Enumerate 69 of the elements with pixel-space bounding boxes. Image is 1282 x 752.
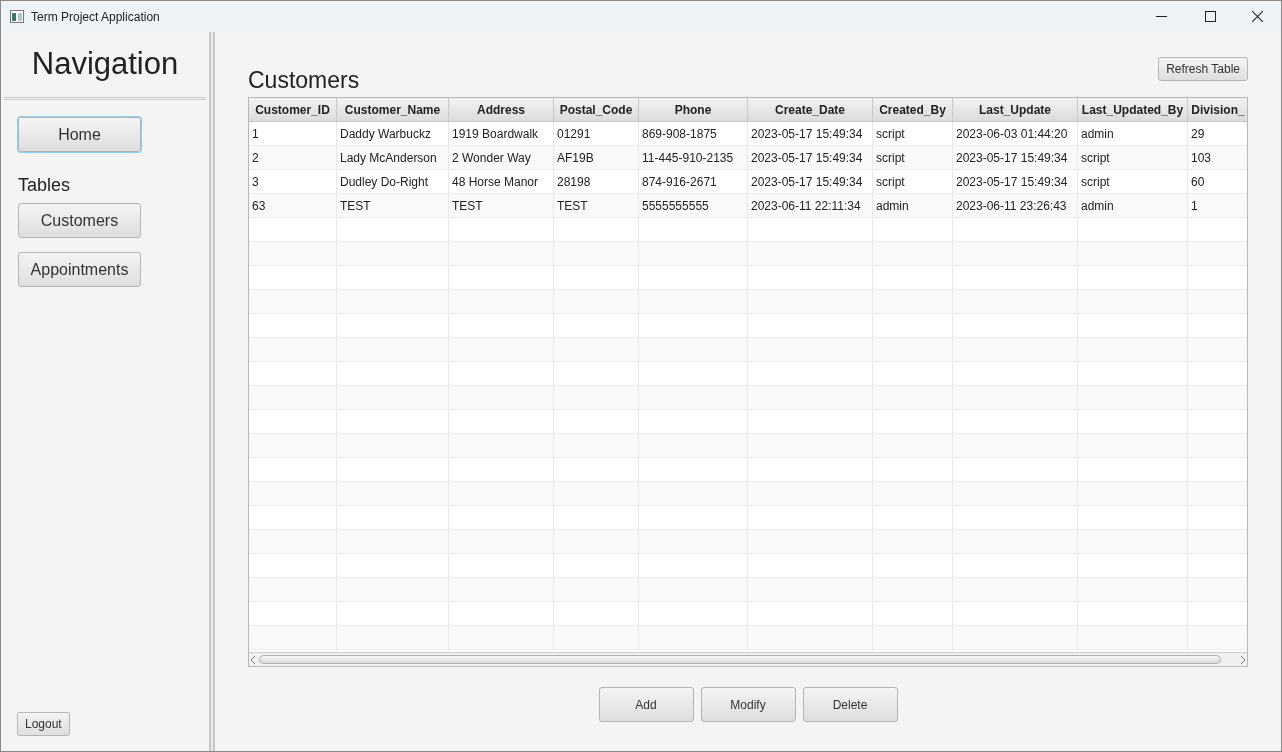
- table-cell: admin: [873, 194, 953, 217]
- table-cell: 2023-05-17 15:49:34: [748, 170, 873, 193]
- table-cell: script: [873, 146, 953, 169]
- section-heading: Tables: [18, 174, 72, 197]
- table-cell: 63: [249, 194, 337, 217]
- app-icon: [10, 10, 24, 23]
- scroll-right-icon[interactable]: [1240, 655, 1245, 664]
- nav-button[interactable]: Home: [18, 117, 141, 152]
- table-cell: 2: [249, 146, 337, 169]
- table-cell: AF19B: [554, 146, 639, 169]
- table-cell: admin: [1078, 194, 1188, 217]
- nav-button[interactable]: Customers: [18, 203, 141, 238]
- action-button[interactable]: Delete: [802, 687, 898, 722]
- table-cell: 60: [1188, 170, 1247, 193]
- table-cell: admin: [1078, 122, 1188, 145]
- table-cell: TEST: [554, 194, 639, 217]
- table-cell: 29: [1188, 122, 1247, 145]
- table-cell: script: [873, 170, 953, 193]
- table-cell: 1: [1188, 194, 1247, 217]
- window-title: Term Project Application: [31, 8, 160, 26]
- refresh-table-button[interactable]: Refresh Table: [1158, 57, 1248, 81]
- column-header[interactable]: Created_By: [873, 98, 953, 121]
- table-cell: 2 Wonder Way: [449, 146, 554, 169]
- column-header[interactable]: Last_Updated_By: [1078, 98, 1188, 121]
- scroll-left-icon[interactable]: [251, 655, 256, 664]
- logout-button[interactable]: Logout: [17, 712, 70, 736]
- column-header[interactable]: Postal_Code: [554, 98, 639, 121]
- column-header[interactable]: Create_Date: [748, 98, 873, 121]
- table-cell: 3: [249, 170, 337, 193]
- table-cell: script: [873, 122, 953, 145]
- table-cell: 2023-06-11 22:11:34: [748, 194, 873, 217]
- action-button[interactable]: Modify: [700, 687, 796, 722]
- column-header[interactable]: Customer_ID: [249, 98, 337, 121]
- table-cell: TEST: [337, 194, 449, 217]
- column-header[interactable]: Division_: [1188, 98, 1247, 121]
- table-cell: Daddy Warbuckz: [337, 122, 449, 145]
- table-cell: 01291: [554, 122, 639, 145]
- table-cell: 1919 Boardwalk: [449, 122, 554, 145]
- horizontal-scrollbar[interactable]: [249, 652, 1247, 666]
- table-cell: 5555555555: [639, 194, 748, 217]
- table-cell: Lady McAnderson: [337, 146, 449, 169]
- column-header[interactable]: Customer_Name: [337, 98, 449, 121]
- table-cell: 2023-05-17 15:49:34: [748, 146, 873, 169]
- action-button[interactable]: Add: [598, 687, 694, 722]
- sidebar-title: Navigation: [31, 45, 179, 84]
- table-cell: Dudley Do-Right: [337, 170, 449, 193]
- scrollbar-thumb[interactable]: [259, 655, 1221, 664]
- table-cell: 48 Horse Manor: [449, 170, 554, 193]
- maximize-icon[interactable]: [1205, 11, 1216, 22]
- table-cell: 11-445-910-2135: [639, 146, 748, 169]
- page-title: Customers: [248, 69, 360, 92]
- column-header[interactable]: Phone: [639, 98, 748, 121]
- table-cell: 2023-06-03 01:44:20: [953, 122, 1078, 145]
- table-cell: 2023-06-11 23:26:43: [953, 194, 1078, 217]
- table-cell: 2023-05-17 15:49:34: [748, 122, 873, 145]
- table-cell: 1: [249, 122, 337, 145]
- table-cell: 28198: [554, 170, 639, 193]
- table-cell: 2023-05-17 15:49:34: [953, 170, 1078, 193]
- table-cell: 103: [1188, 146, 1247, 169]
- close-icon[interactable]: [1252, 11, 1263, 22]
- column-header[interactable]: Address: [449, 98, 554, 121]
- table-cell: script: [1078, 170, 1188, 193]
- nav-button[interactable]: Appointments: [18, 252, 141, 287]
- table-cell: 2023-05-17 15:49:34: [953, 146, 1078, 169]
- table-cell: 874-916-2671: [639, 170, 748, 193]
- table-cell: script: [1078, 146, 1188, 169]
- column-header[interactable]: Last_Update: [953, 98, 1078, 121]
- table-cell: TEST: [449, 194, 554, 217]
- table-cell: 869-908-1875: [639, 122, 748, 145]
